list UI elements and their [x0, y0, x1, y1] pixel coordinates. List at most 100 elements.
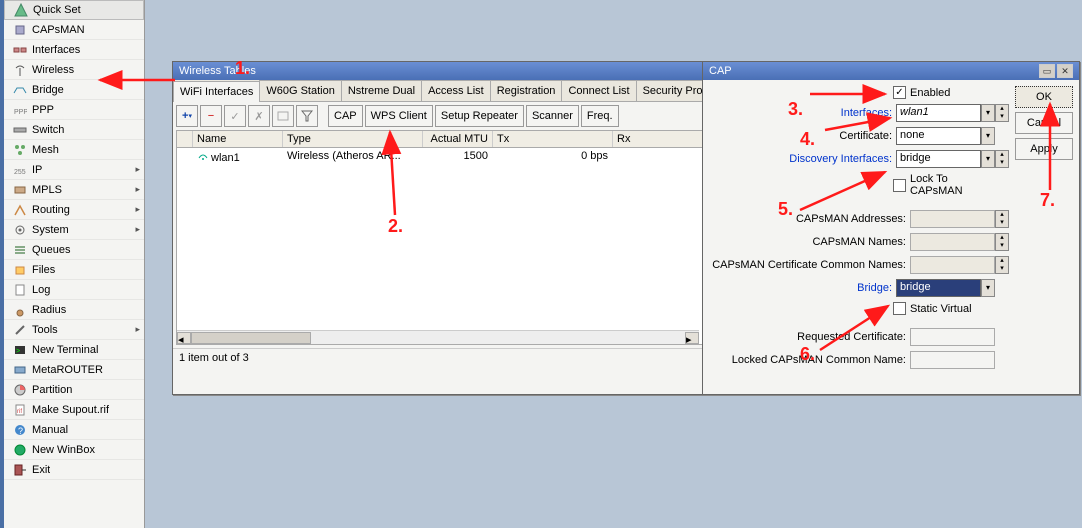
- sidebar-item-ip[interactable]: 255 IP ▸: [4, 160, 144, 180]
- sidebar-item-system[interactable]: System ▸: [4, 220, 144, 240]
- disable-button[interactable]: ✗: [248, 105, 270, 127]
- sidebar-item-switch[interactable]: Switch: [4, 120, 144, 140]
- addresses-spinner[interactable]: ▴▾: [995, 210, 1009, 228]
- enabled-checkbox[interactable]: ✓: [893, 86, 906, 99]
- tab-registration[interactable]: Registration: [490, 80, 563, 101]
- sidebar-item-exit[interactable]: Exit: [4, 460, 144, 480]
- sidebar-item-label: MPLS: [32, 184, 62, 196]
- winbox-icon: [12, 442, 28, 458]
- sidebar-item-label: CAPsMAN: [32, 24, 85, 36]
- bridge-field[interactable]: bridge: [896, 279, 981, 297]
- titlebar[interactable]: CAP ▭ ✕: [703, 62, 1079, 80]
- discovery-interfaces-field[interactable]: bridge: [896, 150, 981, 168]
- freq-button[interactable]: Freq.: [581, 105, 619, 127]
- comment-button[interactable]: [272, 105, 294, 127]
- discovery-dropdown[interactable]: ▾: [981, 150, 995, 168]
- sidebar-item-partition[interactable]: Partition: [4, 380, 144, 400]
- form: ✓ Enabled Interfaces: wlan1 ▾ ▴▾ Certifi…: [709, 86, 1009, 374]
- setup-repeater-button[interactable]: Setup Repeater: [435, 105, 524, 127]
- sidebar-item-bridge[interactable]: Bridge: [4, 80, 144, 100]
- sidebar-item-new-winbox[interactable]: New WinBox: [4, 440, 144, 460]
- sidebar-item-label: Make Supout.rif: [32, 404, 109, 416]
- sidebar-item-wireless[interactable]: Wireless: [4, 60, 144, 80]
- svg-text:255: 255: [14, 169, 26, 176]
- sidebar-item-log[interactable]: Log: [4, 280, 144, 300]
- ccn-spinner[interactable]: ▴▾: [995, 256, 1009, 274]
- certificate-dropdown[interactable]: ▾: [981, 127, 995, 145]
- tab-nstreme[interactable]: Nstreme Dual: [341, 80, 422, 101]
- cancel-button[interactable]: Cancel: [1015, 112, 1073, 134]
- certificate-field[interactable]: none: [896, 127, 981, 145]
- sidebar-item-routing[interactable]: Routing ▸: [4, 200, 144, 220]
- sidebar-item-label: IP: [32, 164, 42, 176]
- tab-w60g[interactable]: W60G Station: [259, 80, 341, 101]
- add-button[interactable]: +▾: [176, 105, 198, 127]
- col-type[interactable]: Type: [283, 131, 423, 147]
- static-virtual-label: Static Virtual: [910, 303, 995, 315]
- sidebar-item-tools[interactable]: Tools ▸: [4, 320, 144, 340]
- col-name[interactable]: Name: [193, 131, 283, 147]
- sidebar-item-label: Interfaces: [32, 44, 80, 56]
- ok-button[interactable]: OK: [1015, 86, 1073, 108]
- sidebar-item-quickset[interactable]: Quick Set: [4, 0, 144, 20]
- sidebar-item-supout[interactable]: rif Make Supout.rif: [4, 400, 144, 420]
- sidebar-item-interfaces[interactable]: Interfaces: [4, 40, 144, 60]
- names-spinner[interactable]: ▴▾: [995, 233, 1009, 251]
- sidebar-item-label: New Terminal: [32, 344, 98, 356]
- sidebar-item-manual[interactable]: ? Manual: [4, 420, 144, 440]
- tab-access-list[interactable]: Access List: [421, 80, 491, 101]
- sidebar-item-new-terminal[interactable]: > New Terminal: [4, 340, 144, 360]
- tab-connect-list[interactable]: Connect List: [561, 80, 636, 101]
- sidebar-item-metarouter[interactable]: MetaROUTER: [4, 360, 144, 380]
- cap-button[interactable]: CAP: [328, 105, 363, 127]
- sidebar-item-label: Tools: [32, 324, 58, 336]
- interfaces-field[interactable]: wlan1: [896, 104, 981, 122]
- static-virtual-checkbox[interactable]: [893, 302, 906, 315]
- help-icon: ?: [12, 422, 28, 438]
- sidebar-item-label: Radius: [32, 304, 66, 316]
- sidebar-item-label: Manual: [32, 424, 68, 436]
- sidebar-item-label: Log: [32, 284, 50, 296]
- col-mtu[interactable]: Actual MTU: [423, 131, 493, 147]
- col-rx[interactable]: Rx: [613, 131, 713, 147]
- apply-button[interactable]: Apply: [1015, 138, 1073, 160]
- enable-button[interactable]: ✓: [224, 105, 246, 127]
- wps-client-button[interactable]: WPS Client: [365, 105, 433, 127]
- files-icon: [12, 262, 28, 278]
- discovery-spinner[interactable]: ▴▾: [995, 150, 1009, 168]
- sidebar-item-mesh[interactable]: Mesh: [4, 140, 144, 160]
- tab-wifi-interfaces[interactable]: WiFi Interfaces: [173, 81, 260, 102]
- sidebar-item-queues[interactable]: Queues: [4, 240, 144, 260]
- sidebar-item-ppp[interactable]: PPP PPP: [4, 100, 144, 120]
- queues-icon: [12, 242, 28, 258]
- bridge-icon: [12, 82, 28, 98]
- col-tx[interactable]: Tx: [493, 131, 613, 147]
- titlebar[interactable]: Wireless Tables: [173, 62, 717, 80]
- sidebar-item-mpls[interactable]: MPLS ▸: [4, 180, 144, 200]
- bridge-label[interactable]: Bridge:: [857, 282, 896, 294]
- scrollbar-horizontal[interactable]: ◂ ▸: [177, 330, 699, 344]
- sidebar-item-files[interactable]: Files: [4, 260, 144, 280]
- sidebar-item-capsman[interactable]: CAPsMAN: [4, 20, 144, 40]
- discovery-interfaces-label[interactable]: Discovery Interfaces:: [789, 153, 896, 165]
- bridge-dropdown[interactable]: ▾: [981, 279, 995, 297]
- chevron-right-icon: ▸: [135, 324, 140, 335]
- remove-button[interactable]: −: [200, 105, 222, 127]
- lock-checkbox[interactable]: [893, 179, 906, 192]
- interfaces-spinner[interactable]: ▴▾: [995, 104, 1009, 122]
- sidebar-item-radius[interactable]: Radius: [4, 300, 144, 320]
- exit-icon: [12, 462, 28, 478]
- minimize-button[interactable]: ▭: [1039, 64, 1055, 78]
- interfaces-dropdown[interactable]: ▾: [981, 104, 995, 122]
- capsman-addresses-field[interactable]: [910, 210, 995, 228]
- filter-button[interactable]: [296, 105, 318, 127]
- interfaces-icon: [12, 42, 28, 58]
- capsman-ccn-field[interactable]: [910, 256, 995, 274]
- interfaces-label[interactable]: Interfaces:: [841, 107, 896, 119]
- scanner-button[interactable]: Scanner: [526, 105, 579, 127]
- close-button[interactable]: ✕: [1057, 64, 1073, 78]
- capsman-names-field[interactable]: [910, 233, 995, 251]
- table-row[interactable]: wlan1 Wireless (Atheros AR... 1500 0 bps: [177, 148, 713, 167]
- capsman-icon: [12, 22, 28, 38]
- routing-icon: [12, 202, 28, 218]
